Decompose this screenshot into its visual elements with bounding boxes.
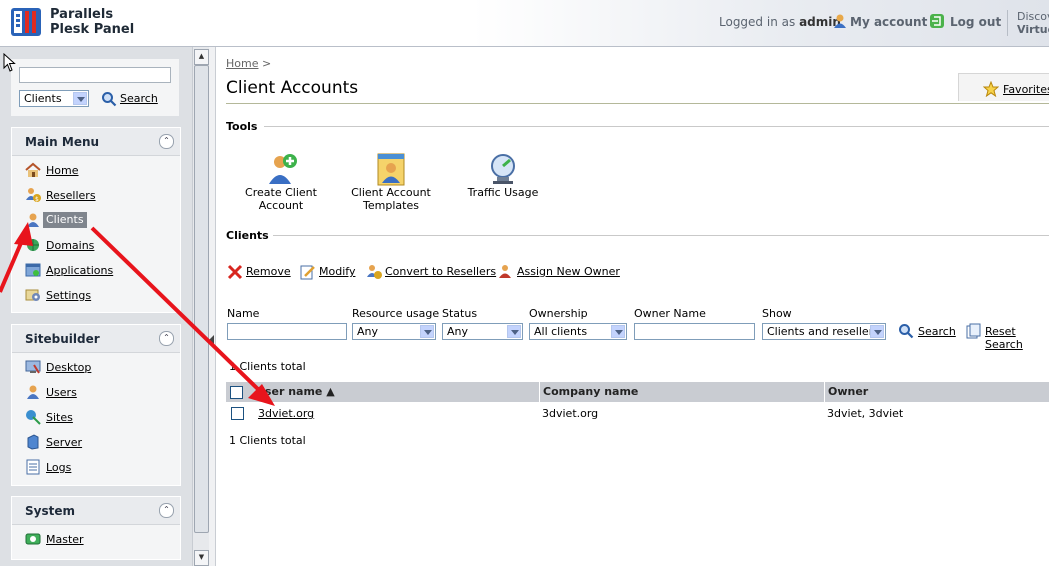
arrow-to-user-head [248, 384, 275, 406]
arrow-to-clients-head [14, 222, 33, 246]
arrow-to-user-line [90, 226, 264, 395]
annotation-arrows [0, 222, 275, 406]
